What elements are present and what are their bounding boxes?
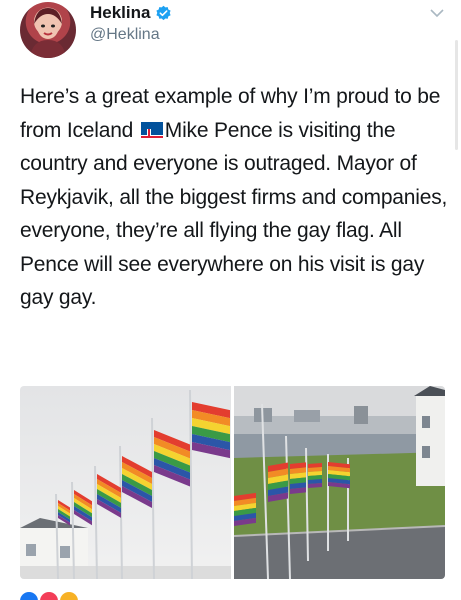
avatar[interactable] [20, 2, 76, 58]
verified-badge-icon [155, 5, 172, 22]
rainbow-flags-right-photo[interactable] [234, 386, 445, 579]
tweet: Heklina @Heklina Here’s a great example … [0, 0, 461, 600]
author-name[interactable]: Heklina [90, 3, 150, 23]
reaction-icons[interactable] [20, 592, 78, 600]
author-block[interactable]: Heklina @Heklina [90, 3, 172, 44]
like-reaction-icon[interactable] [20, 592, 38, 600]
author-handle[interactable]: @Heklina [90, 26, 172, 44]
scrollbar[interactable] [455, 40, 458, 150]
media-grid[interactable] [20, 386, 445, 579]
tweet-text: Here’s a great example of why I’m proud … [20, 80, 452, 315]
haha-reaction-icon[interactable] [60, 592, 78, 600]
chevron-down-icon[interactable] [428, 6, 446, 20]
love-reaction-icon[interactable] [40, 592, 58, 600]
iceland-flag-icon [140, 121, 163, 138]
rainbow-flags-left-photo[interactable] [20, 386, 231, 579]
tweet-text-part-2: Mike Pence is visiting the country and e… [20, 118, 448, 310]
